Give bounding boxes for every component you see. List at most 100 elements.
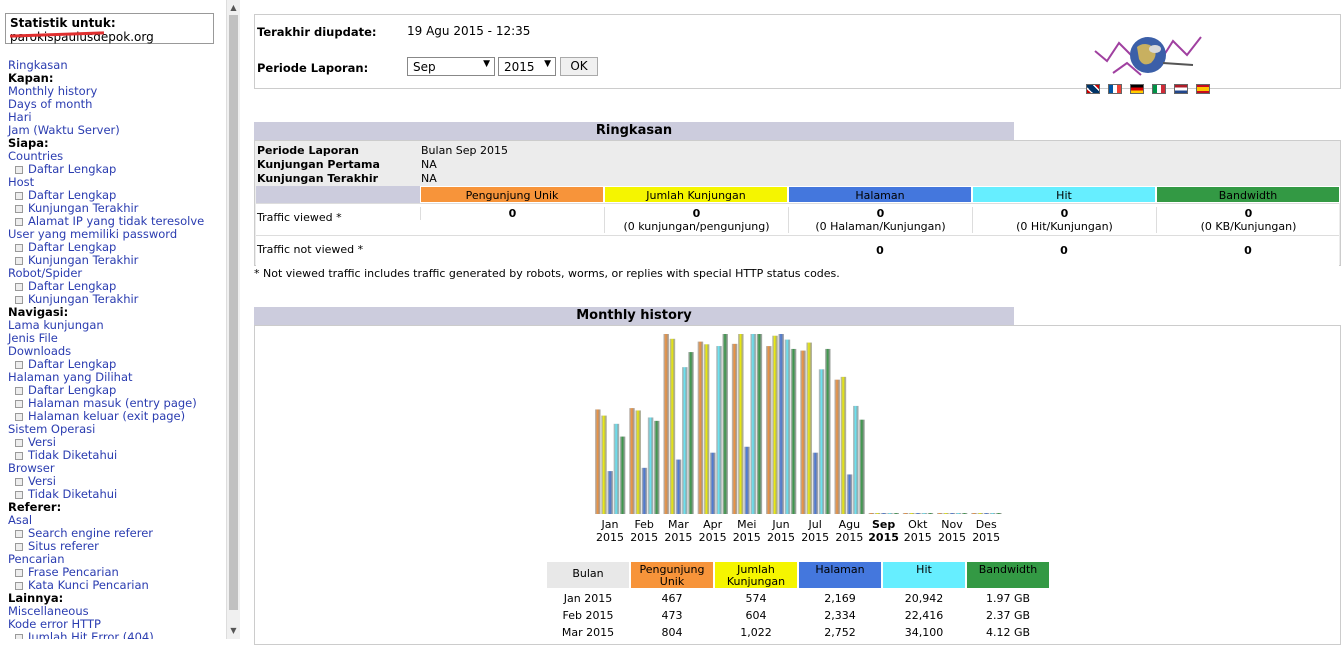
summary-viewed-bandwidth: 0 (0 KB/Kunjungan)	[1156, 207, 1340, 233]
bar-Okt-3	[921, 513, 927, 514]
bar-Okt-4	[927, 513, 934, 514]
sidebar-link[interactable]: Daftar Lengkap	[8, 163, 204, 176]
month-select[interactable]: Sep ▼	[407, 57, 495, 76]
sidebar-item-label: Ringkasan	[8, 58, 68, 72]
bar-Mar-1	[669, 338, 676, 514]
flag-de-icon[interactable]	[1130, 84, 1144, 94]
subitem-bullet-icon	[15, 400, 23, 408]
bar-Sep-2	[881, 513, 887, 514]
sidebar-link[interactable]: Days of month	[8, 98, 204, 111]
bar-Jan-3	[613, 423, 620, 514]
bar-Jun-1	[772, 335, 778, 514]
x-tick-label: Nov 2015	[933, 518, 971, 544]
bar-Des-0	[971, 513, 977, 514]
summary-viewed-pages: 0 (0 Halaman/Kunjungan)	[788, 207, 972, 233]
scroll-thumb[interactable]	[229, 15, 238, 610]
header-panel: Terakhir diupdate: 19 Agu 2015 - 12:35 P…	[254, 14, 1341, 94]
traffic-note: * Not viewed traffic includes traffic ge…	[254, 267, 840, 280]
sidebar-item-label: Halaman yang Dilihat	[8, 370, 133, 384]
stat-box: Statistik untuk: parokispaulusdepok.org	[5, 13, 214, 44]
x-tick-month: Agu	[838, 518, 861, 531]
bar-Jul-0	[800, 350, 806, 514]
bar-Jan-2	[607, 471, 613, 514]
viewed-sub: (0 Hit/Kunjungan)	[1016, 220, 1113, 233]
bar-Nov-0	[937, 513, 943, 514]
subitem-bullet-icon	[15, 257, 23, 265]
sidebar-item-label: Kunjungan Terakhir	[28, 253, 139, 267]
sidebar-item-label: Jumlah Hit Error (404)	[28, 630, 154, 640]
year-select[interactable]: 2015 ▼	[498, 57, 556, 76]
bar-Mei-2	[744, 446, 750, 514]
summary-row-label: Kunjungan Terakhir	[257, 172, 379, 185]
viewed-sub: (0 Halaman/Kunjungan)	[815, 220, 946, 233]
summary-row-value: NA	[421, 172, 437, 185]
bar-Okt-2	[915, 513, 921, 514]
subitem-bullet-icon	[15, 205, 23, 213]
updated-label: Terakhir diupdate:	[257, 25, 377, 39]
sidebar-item-label: Daftar Lengkap	[28, 240, 117, 254]
summary-title: Ringkasan	[254, 122, 1014, 140]
sidebar-item-label: Browser	[8, 461, 55, 475]
sidebar-heading: Referer:	[8, 501, 204, 514]
summary-notviewed-pages: 0	[876, 244, 884, 257]
table-cell: 473	[661, 609, 683, 622]
sidebar-item-label: Kunjungan Terakhir	[28, 292, 139, 306]
bar-Mar-2	[675, 459, 682, 514]
x-tick-year: 2015	[732, 531, 761, 544]
flag-uk-icon[interactable]	[1086, 84, 1100, 94]
summary-notviewed-bandwidth: 0	[1244, 244, 1252, 257]
sidebar-item-label: Daftar Lengkap	[28, 357, 117, 371]
flag-es-icon[interactable]	[1196, 84, 1210, 94]
x-tick-month: Feb	[634, 518, 654, 531]
summary-header-hits: Hit	[972, 186, 1156, 203]
bar-Apr-4	[722, 334, 728, 514]
bar-Feb-3	[647, 417, 654, 514]
bar-Agu-0	[834, 379, 840, 514]
x-tick-year: 2015	[938, 531, 966, 544]
summary-viewed-visits: 0 (0 kunjungan/pengunjung)	[604, 207, 788, 233]
scrollbar[interactable]: ▲ ▼	[226, 0, 240, 639]
scroll-down-icon[interactable]: ▼	[227, 624, 240, 638]
summary-row-label: Periode Laporan	[257, 144, 359, 157]
table-cell: 34,100	[904, 626, 944, 639]
x-tick-month: Jul	[808, 518, 822, 531]
bar-Sep-0	[868, 513, 875, 514]
period-label: Periode Laporan:	[257, 61, 369, 75]
sidebar-item-label: Halaman keluar (exit page)	[28, 409, 186, 423]
bar-Agu-4	[859, 419, 865, 514]
table-header: Halaman	[798, 561, 882, 589]
sidebar-link[interactable]: Jumlah Hit Error (404)	[8, 631, 204, 639]
flag-fr-icon[interactable]	[1108, 84, 1122, 94]
bar-Jul-3	[818, 369, 825, 514]
summary-row-value: Bulan Sep 2015	[421, 144, 509, 157]
month-select-value: Sep	[413, 60, 436, 74]
viewed-value: 0	[692, 207, 701, 220]
x-tick-year: 2015	[630, 531, 659, 544]
viewed-value: 0	[1060, 207, 1069, 220]
bar-Mar-0	[663, 334, 669, 514]
subitem-bullet-icon	[15, 192, 23, 200]
sidebar-item-label: Pencarian	[8, 552, 65, 566]
sidebar-item-label: Referer:	[8, 500, 62, 514]
ok-button[interactable]: OK	[560, 57, 598, 76]
flag-nl-icon[interactable]	[1174, 84, 1188, 94]
bar-Agu-3	[853, 405, 859, 514]
sidebar-item-label: Kode error HTTP	[8, 617, 101, 631]
subitem-bullet-icon	[15, 387, 23, 395]
sidebar: Statistik untuk: parokispaulusdepok.org …	[0, 0, 226, 639]
bar-Agu-1	[840, 376, 847, 514]
bar-Sep-4	[893, 513, 899, 514]
x-tick-month: Mei	[737, 518, 757, 531]
table-cell: 1,022	[740, 626, 772, 639]
sidebar-item-label: Siapa:	[8, 136, 49, 150]
sidebar-item-label: Halaman masuk (entry page)	[28, 396, 197, 410]
viewed-value: 0	[1244, 207, 1253, 220]
bar-Jul-1	[806, 342, 812, 514]
sidebar-item-label: Search engine referer	[28, 526, 153, 540]
bar-Des-2	[983, 513, 990, 514]
flag-it-icon[interactable]	[1152, 84, 1166, 94]
scroll-up-icon[interactable]: ▲	[227, 1, 240, 15]
bar-Sep-1	[874, 513, 881, 514]
x-tick-year: 2015	[596, 531, 624, 544]
stat-label: Statistik untuk:	[10, 16, 116, 30]
